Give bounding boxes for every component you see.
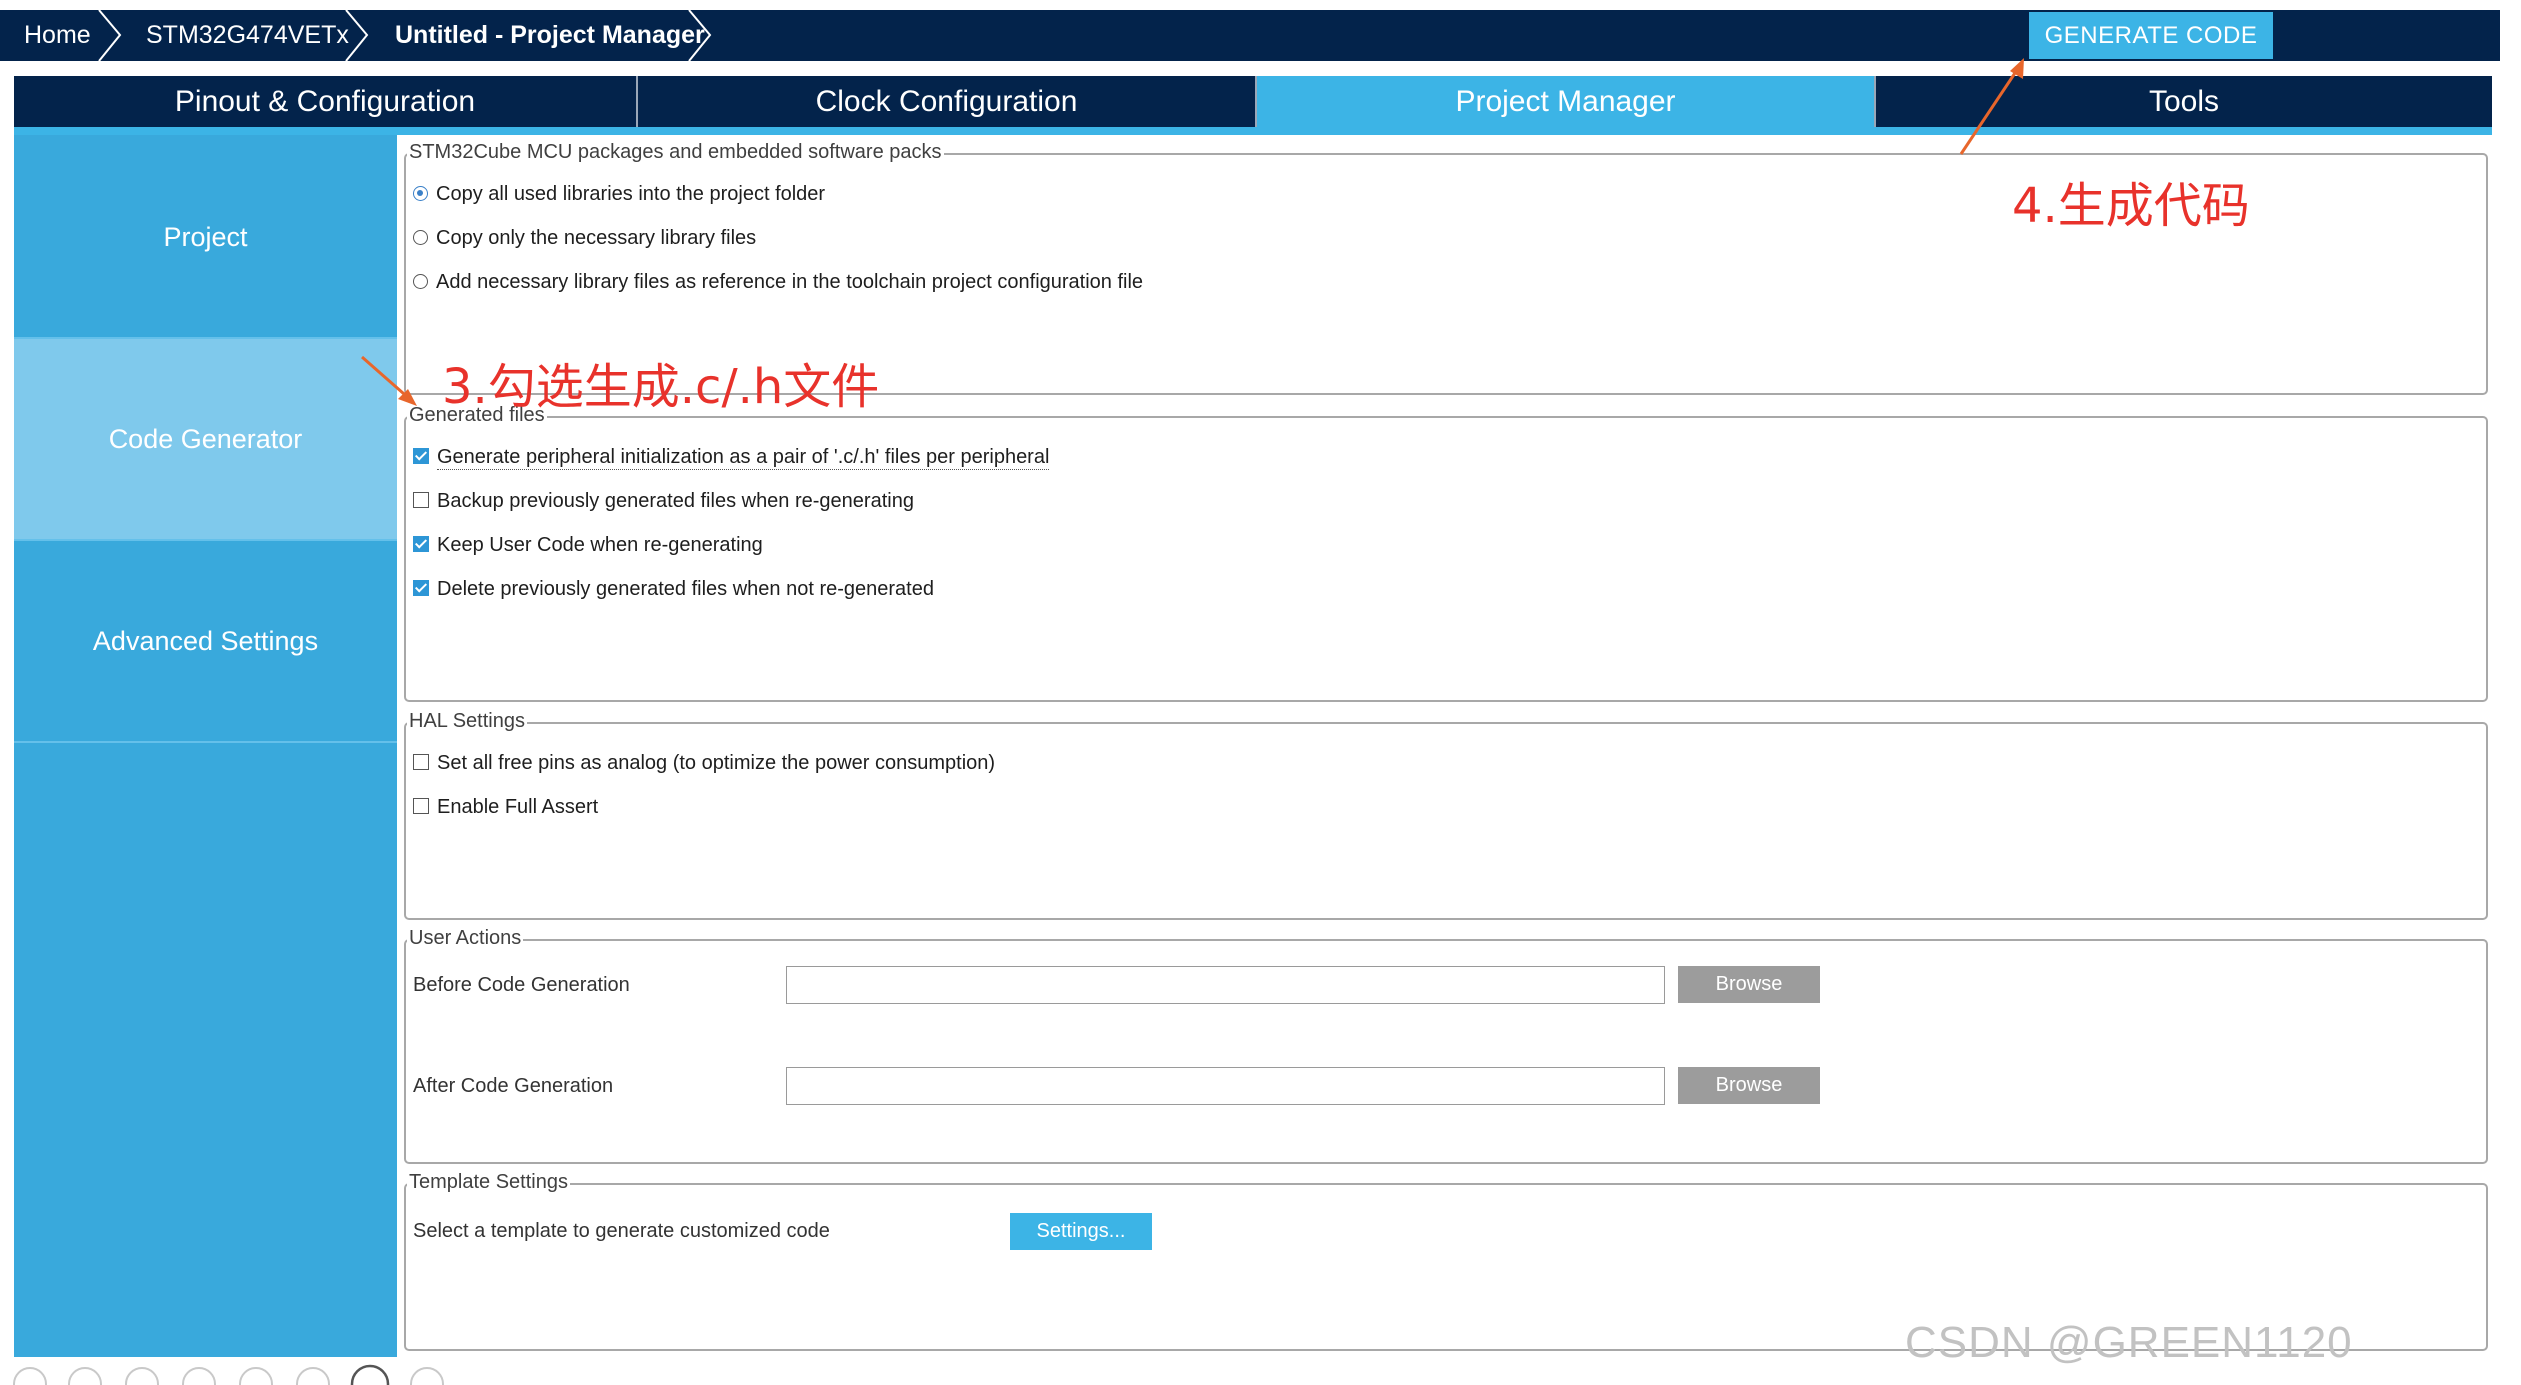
arrow-step4-icon xyxy=(1959,58,2024,155)
bottom-toolbar-icons xyxy=(13,1364,444,1385)
arrow-step3-icon xyxy=(361,355,417,406)
annotation-arrows xyxy=(13,58,2024,1385)
watermark: CSDN @GREEN1120 xyxy=(1905,1318,2353,1367)
